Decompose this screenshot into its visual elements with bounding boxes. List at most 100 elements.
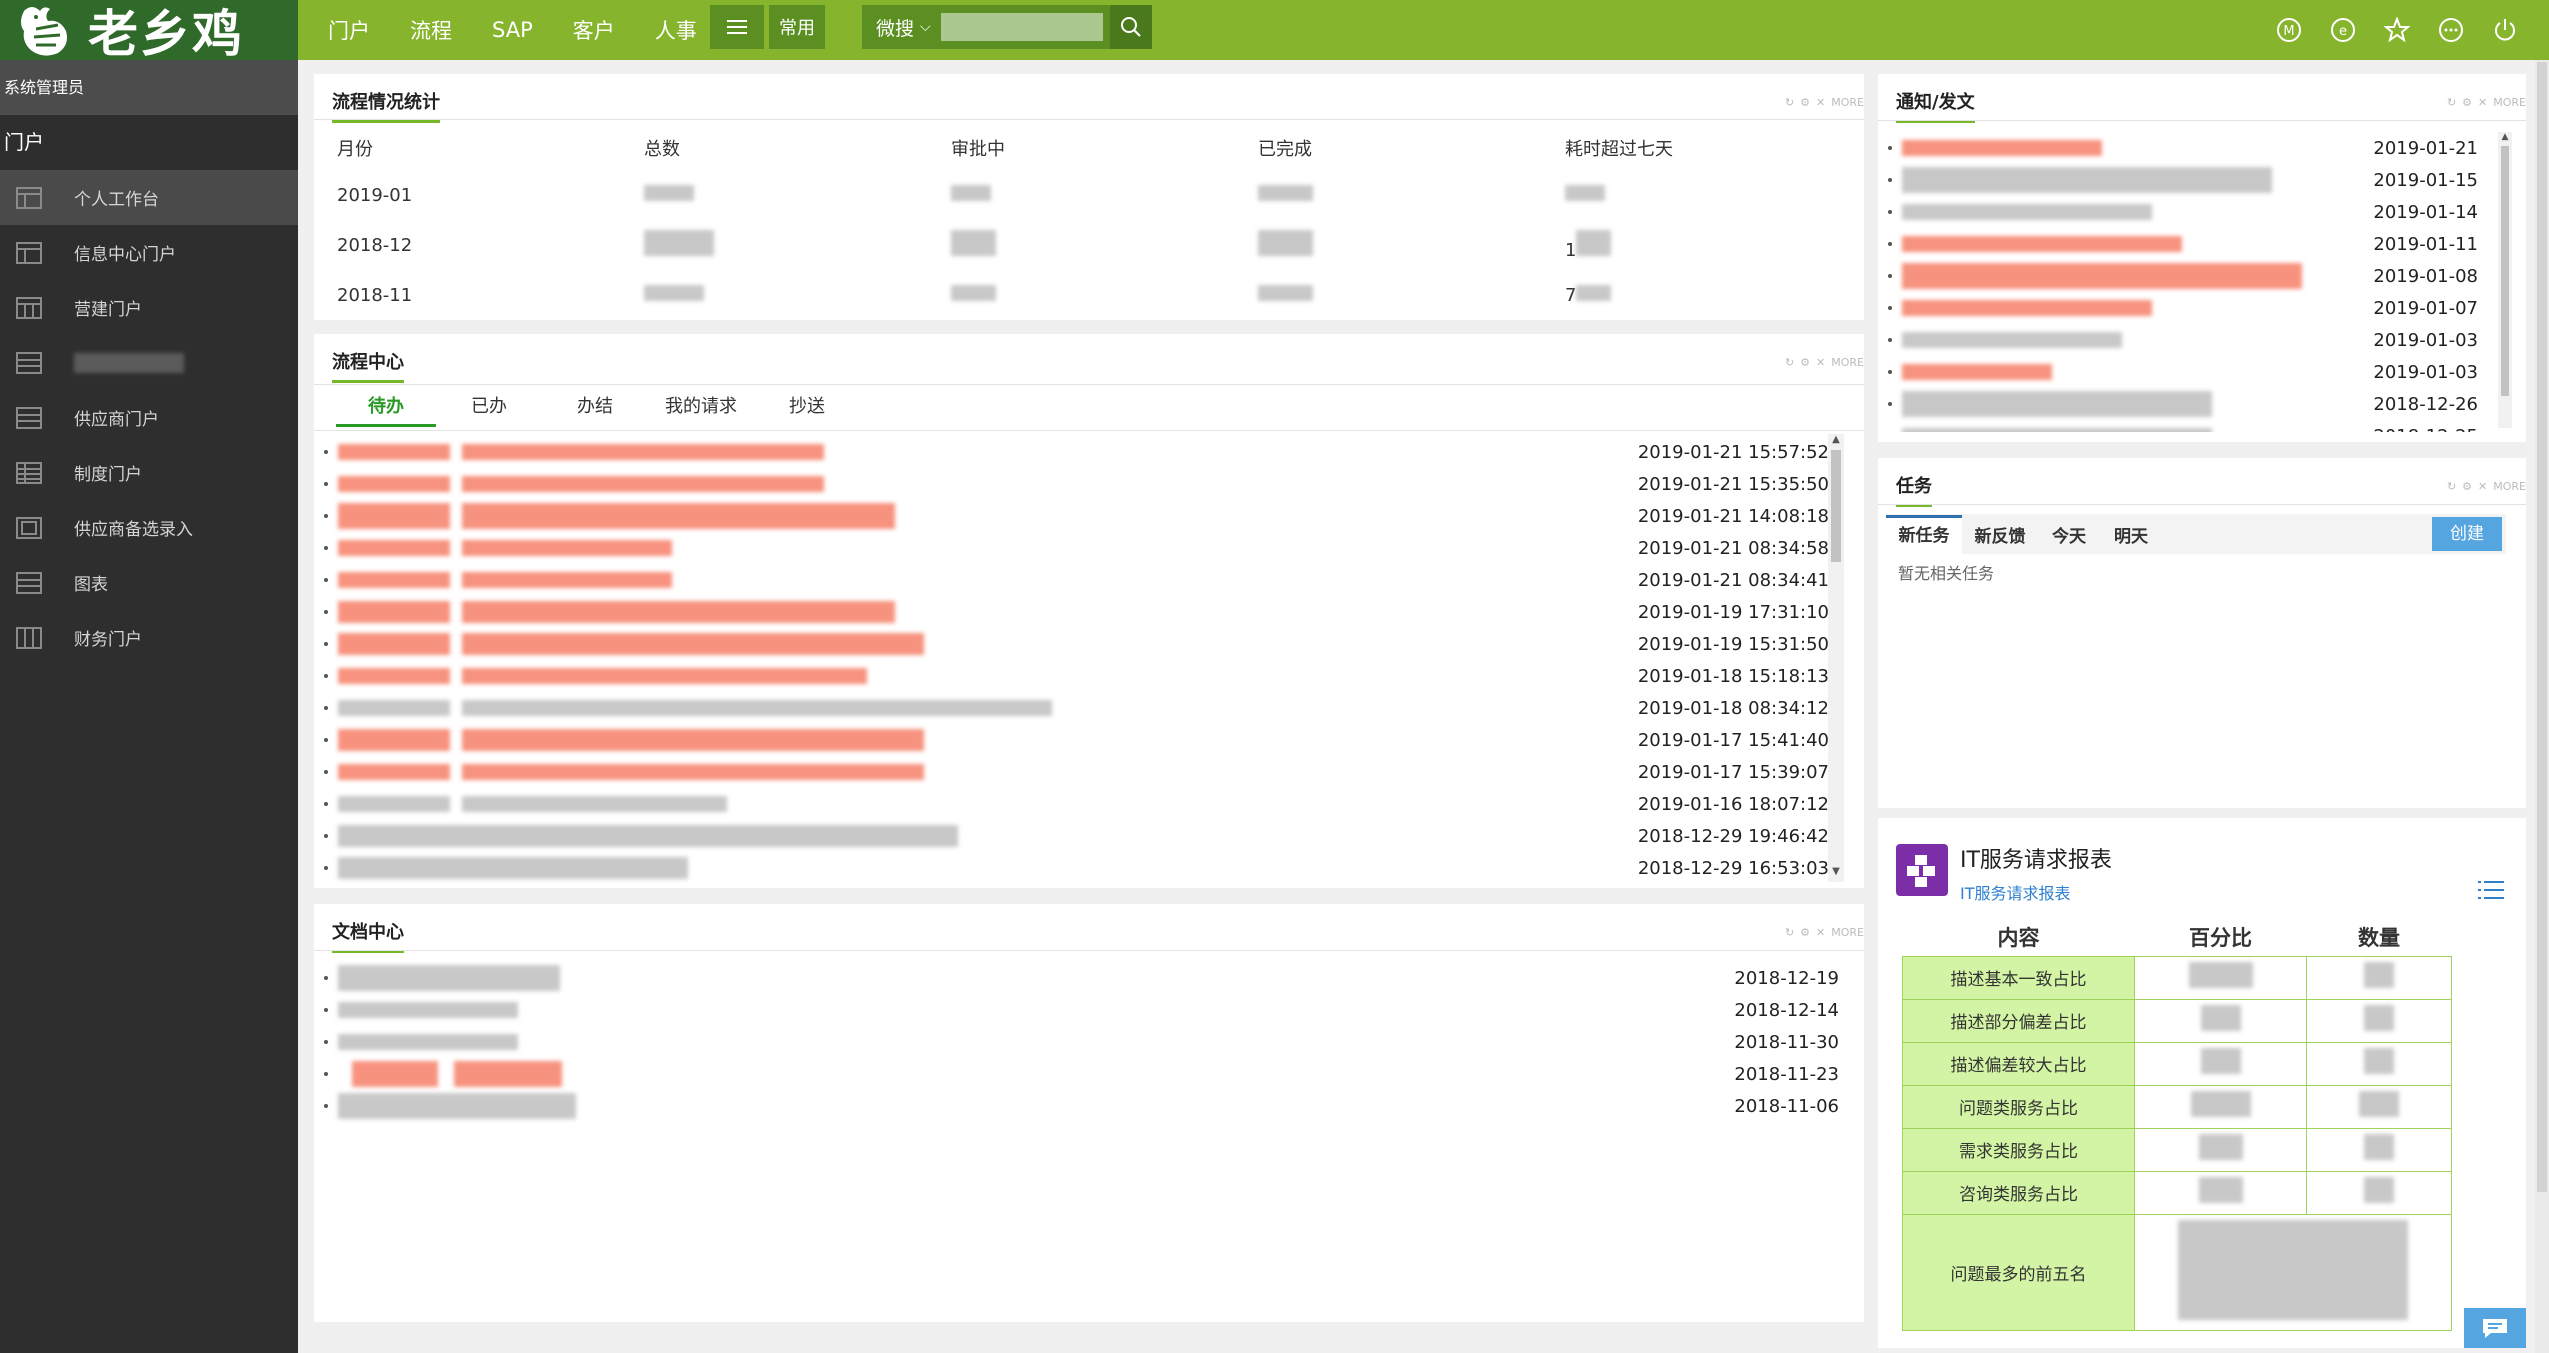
tab-new-task[interactable]: 新任务 [1886, 514, 1962, 554]
list-item[interactable]: 2018-11-30 [324, 1026, 1839, 1058]
search-scope[interactable]: 微搜 [876, 14, 914, 41]
sidebar-item-construction[interactable]: 营建门户 [0, 280, 298, 335]
refresh-icon[interactable]: ↻ [1785, 356, 1794, 369]
list-item[interactable]: 2019-01-17 15:39:07 [324, 756, 1829, 788]
list-item[interactable]: 2019-01-14 [1888, 196, 2478, 228]
nav-flow[interactable]: 流程 [410, 15, 452, 45]
gear-icon[interactable]: ⚙ [2462, 480, 2472, 493]
sidebar-item-supplier-entry[interactable]: 供应商备选录入 [0, 500, 298, 555]
window-scrollbar[interactable] [2535, 60, 2549, 1353]
tab-tomorrow[interactable]: 明天 [2100, 522, 2162, 547]
flow-scrollbar[interactable]: ▲ ▼ [1828, 434, 1844, 882]
sidebar-item-charts[interactable]: 图表 [0, 555, 298, 610]
create-task-button[interactable]: 创建 [2432, 517, 2502, 551]
search-button[interactable] [1110, 5, 1152, 49]
nav-sap[interactable]: SAP [492, 18, 533, 42]
gear-icon[interactable]: ⚙ [1800, 926, 1810, 939]
gear-icon[interactable]: ⚙ [2462, 96, 2472, 109]
list-item[interactable]: 2019-01-21 08:34:41 [324, 564, 1829, 596]
scroll-down-icon[interactable]: ▼ [1828, 866, 1844, 882]
list-item[interactable]: 2019-01-19 17:31:10 [324, 596, 1829, 628]
scroll-thumb[interactable] [2501, 146, 2509, 396]
list-item[interactable]: 2019-01-16 18:07:12 [324, 788, 1829, 820]
list-item[interactable]: 2019-01-21 15:57:52 [324, 436, 1829, 468]
nav-customer[interactable]: 客户 [573, 15, 615, 45]
refresh-icon[interactable]: ↻ [2447, 96, 2456, 109]
scroll-thumb[interactable] [1831, 450, 1841, 562]
notice-scrollbar[interactable]: ▲ [2498, 132, 2512, 428]
nav-hr[interactable]: 人事 [655, 15, 697, 45]
sidebar-item-personal-workbench[interactable]: 个人工作台 [0, 170, 298, 225]
list-item[interactable]: 2019-01-21 08:34:58 [324, 532, 1829, 564]
search-input[interactable] [940, 13, 1103, 41]
tab-today[interactable]: 今天 [2038, 522, 2100, 547]
divider [314, 950, 1864, 951]
close-icon[interactable]: ✕ [1816, 926, 1825, 939]
list-item[interactable]: 2019-01-03 [1888, 324, 2478, 356]
more-link[interactable]: MORE [1831, 356, 1864, 369]
list-item[interactable]: 2018-12-29 19:46:42 [324, 820, 1829, 852]
more-link[interactable]: MORE [1831, 926, 1864, 939]
close-icon[interactable]: ✕ [2478, 96, 2487, 109]
m-circle-icon[interactable]: M [2265, 6, 2313, 54]
sidebar-item-finance[interactable]: 财务门户 [0, 610, 298, 665]
list-item[interactable]: 2018-11-23 [324, 1058, 1839, 1090]
power-icon[interactable] [2481, 6, 2529, 54]
menu-button[interactable] [710, 5, 764, 49]
star-icon[interactable] [2373, 6, 2421, 54]
common-button[interactable]: 常用 [769, 5, 825, 49]
divider [314, 119, 1864, 120]
tab-my-requests[interactable]: 我的请求 [648, 392, 754, 427]
close-icon[interactable]: ✕ [1816, 356, 1825, 369]
more-icon[interactable] [2427, 6, 2475, 54]
it-report-subtitle[interactable]: IT服务请求报表 [1960, 880, 2071, 904]
close-icon[interactable]: ✕ [2478, 480, 2487, 493]
list-item[interactable]: 2019-01-21 15:35:50 [324, 468, 1829, 500]
list-item[interactable]: 2018-12-14 [324, 994, 1839, 1026]
table-row: 咨询类服务占比 [1902, 1170, 2452, 1215]
list-item[interactable]: 2019-01-15 [1888, 164, 2478, 196]
list-item[interactable]: 2019-01-17 15:41:40 [324, 724, 1829, 756]
e-circle-icon[interactable]: e [2319, 6, 2367, 54]
sidebar-item-policy[interactable]: 制度门户 [0, 445, 298, 500]
sidebar-item-hidden[interactable] [0, 335, 298, 390]
nav-portal[interactable]: 门户 [328, 15, 370, 45]
more-link[interactable]: MORE [1831, 96, 1864, 109]
gear-icon[interactable]: ⚙ [1800, 356, 1810, 369]
tab-new-feedback[interactable]: 新反馈 [1962, 522, 2038, 547]
list-item[interactable]: 2018-11-06 [324, 1090, 1839, 1122]
chevron-down-icon[interactable]: ⌵ [920, 19, 931, 35]
list-item[interactable]: 2019-01-18 08:34:12 [324, 692, 1829, 724]
list-item[interactable]: 2018-12-19 [324, 962, 1839, 994]
refresh-icon[interactable]: ↻ [1785, 96, 1794, 109]
sidebar-item-supplier[interactable]: 供应商门户 [0, 390, 298, 445]
chat-button[interactable] [2464, 1308, 2526, 1348]
list-item[interactable]: 2019-01-03 [1888, 356, 2478, 388]
list-item[interactable]: 2019-01-21 14:08:18 [324, 500, 1829, 532]
list-icon[interactable] [2478, 880, 2504, 900]
tab-finished[interactable]: 办结 [542, 392, 648, 427]
tab-todo[interactable]: 待办 [336, 392, 436, 427]
list-item[interactable]: 2019-01-07 [1888, 292, 2478, 324]
scroll-up-icon[interactable]: ▲ [1828, 434, 1844, 450]
scroll-thumb[interactable] [2537, 62, 2547, 1192]
list-item[interactable]: 2019-01-19 15:31:50 [324, 628, 1829, 660]
scroll-up-icon[interactable]: ▲ [2498, 132, 2512, 146]
list-item[interactable]: 2018-12-29 16:53:03 [324, 852, 1829, 884]
list-item[interactable]: 2018-12-26 [1888, 388, 2478, 420]
tab-done[interactable]: 已办 [436, 392, 542, 427]
refresh-icon[interactable]: ↻ [2447, 480, 2456, 493]
list-item[interactable]: 2019-01-18 15:18:13 [324, 660, 1829, 692]
sidebar-item-info-center[interactable]: 信息中心门户 [0, 225, 298, 280]
list-item[interactable]: 2019-01-08 [1888, 260, 2478, 292]
brand-logo[interactable]: 老乡鸡 [0, 0, 298, 63]
list-item[interactable]: 2019-01-11 [1888, 228, 2478, 260]
more-link[interactable]: MORE [2493, 480, 2526, 493]
more-link[interactable]: MORE [2493, 96, 2526, 109]
refresh-icon[interactable]: ↻ [1785, 926, 1794, 939]
tab-cc[interactable]: 抄送 [754, 392, 860, 427]
gear-icon[interactable]: ⚙ [1800, 96, 1810, 109]
close-icon[interactable]: ✕ [1816, 96, 1825, 109]
list-item[interactable]: 2019-01-21 [1888, 132, 2478, 164]
list-item[interactable]: 2018-12-25 [1888, 420, 2478, 432]
